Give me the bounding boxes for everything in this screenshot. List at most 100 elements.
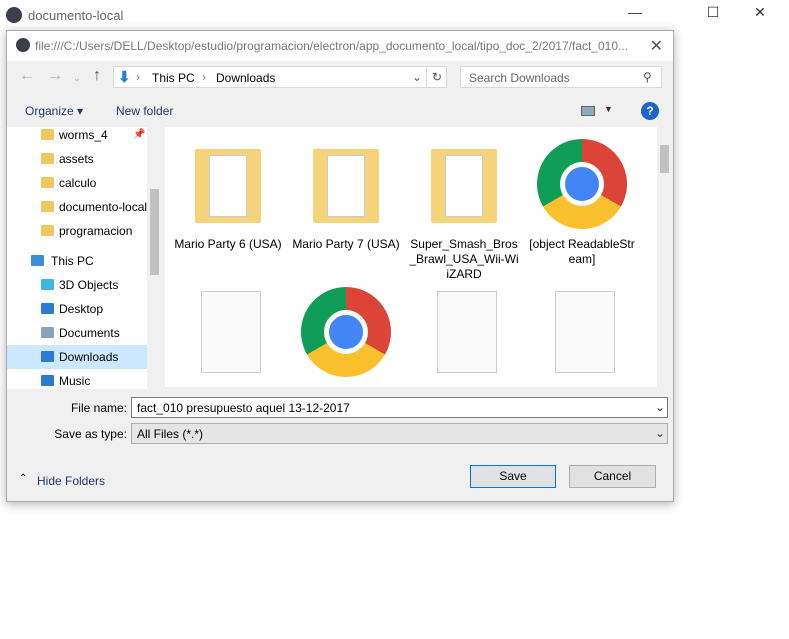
breadcrumb-downloads[interactable]: Downloads <box>216 71 275 85</box>
view-options-icon[interactable] <box>581 106 595 116</box>
maximize-button[interactable]: ☐ <box>698 4 728 24</box>
navigation-pane: worms_4 📌 assets calculo documento-local prog… <box>7 127 162 389</box>
sidebar-item[interactable]: documento-local <box>7 195 147 219</box>
folder-icon <box>41 153 54 164</box>
desktop-icon <box>41 303 54 314</box>
pin-icon[interactable]: 📌 <box>133 123 145 147</box>
forward-button[interactable]: → <box>47 67 63 85</box>
sidebar-item-label: calculo <box>59 176 97 190</box>
save-type-select[interactable]: All Files (*.*) <box>131 423 668 444</box>
sidebar-item[interactable]: Music <box>7 369 147 393</box>
sidebar-item[interactable]: Documents <box>7 321 147 345</box>
help-icon[interactable]: ? <box>641 102 659 120</box>
close-dialog-button[interactable]: ✕ <box>650 36 663 56</box>
folder-icon <box>313 149 379 223</box>
files-scroll-thumb[interactable] <box>660 145 669 173</box>
file-name: 1108454502 <box>291 385 401 387</box>
save-type-dropdown-icon[interactable]: ⌄ <box>655 426 665 440</box>
save-dialog: file:///C:/Users/DELL/Desktop/estudio/pr… <box>6 30 674 502</box>
recent-chevron-icon[interactable]: ⌄ <box>73 73 81 84</box>
sidebar-item-label: documento-local <box>59 200 147 214</box>
sidebar-scroll-thumb[interactable] <box>150 189 159 275</box>
sidebar-item-label: Music <box>59 374 91 388</box>
file-icon <box>437 291 497 373</box>
sidebar-item[interactable]: 3D Objects <box>7 273 147 297</box>
separator: › <box>136 70 140 84</box>
chevron-up-icon[interactable]: ⌃ <box>19 473 27 484</box>
sidebar-scrollbar[interactable] <box>147 127 162 389</box>
file-name: Mario Party 7 (USA) <box>292 237 400 251</box>
file-item[interactable]: Mario Party 6 (USA) <box>173 139 283 252</box>
file-item[interactable]: [object ReadableStream] <box>527 139 637 267</box>
file-item[interactable]: presupue15650522 <box>409 287 519 387</box>
file-name: 1b75ac0b_db90_4 <box>173 385 283 387</box>
refresh-icon[interactable]: ↻ <box>426 67 447 87</box>
download-icon <box>41 351 54 362</box>
address-dropdown-icon[interactable]: ⌄ <box>412 70 422 84</box>
new-folder-button[interactable]: New folder <box>116 104 173 118</box>
sidebar-item-label: 3D Objects <box>59 278 119 292</box>
sidebar-item[interactable]: Downloads <box>7 345 147 369</box>
close-app-button[interactable]: ✕ <box>745 4 775 24</box>
save-type-label: Save as type: <box>54 427 127 441</box>
chrome-icon <box>537 139 627 229</box>
file-item[interactable]: Super_Smash_Bros_Brawl_USA_Wii-WiiZARD <box>409 139 519 282</box>
cube-icon <box>41 279 54 290</box>
sidebar-item[interactable]: programacion <box>7 219 147 243</box>
folder-icon <box>431 149 497 223</box>
sidebar-item[interactable]: assets <box>7 147 147 171</box>
sidebar-item-label: assets <box>59 152 94 166</box>
file-item[interactable]: 1b75ac0b_db90_4 <box>173 287 283 387</box>
hide-folders-button[interactable]: Hide Folders <box>37 474 105 488</box>
music-icon <box>41 375 54 386</box>
file-icon <box>201 291 261 373</box>
file-icon <box>555 291 615 373</box>
sidebar-item-label: Documents <box>59 326 120 340</box>
file-name-dropdown-icon[interactable]: ⌄ <box>655 400 665 414</box>
save-button[interactable]: Save <box>470 465 556 488</box>
minimize-button[interactable]: — <box>620 4 650 24</box>
breadcrumb-this-pc[interactable]: This PC <box>152 71 195 85</box>
sidebar-item[interactable]: Desktop <box>7 297 147 321</box>
folder-icon <box>41 129 54 140</box>
dialog-title: file:///C:/Users/DELL/Desktop/estudio/pr… <box>35 39 629 53</box>
up-button[interactable]: ↑ <box>93 67 101 85</box>
back-button[interactable]: ← <box>19 67 35 85</box>
organize-button[interactable]: Organize ▾ <box>25 104 83 118</box>
sidebar-item[interactable]: This PC <box>7 249 147 273</box>
app-icon <box>6 7 22 23</box>
file-list: Mario Party 6 (USA) Mario Party 7 (USA) Su… <box>165 127 657 387</box>
sidebar-item-label: Downloads <box>59 350 119 364</box>
folder-icon <box>195 149 261 223</box>
folder-icon <box>41 225 54 236</box>
file-item[interactable]: 1108454502 <box>291 287 401 387</box>
download-icon: ⬇ <box>118 69 131 86</box>
folder-icon <box>41 177 54 188</box>
file-name-label: File name: <box>70 401 127 415</box>
sidebar-item[interactable]: worms_4 📌 <box>7 123 147 147</box>
sidebar-item[interactable]: calculo <box>7 171 147 195</box>
dialog-titlebar: file:///C:/Users/DELL/Desktop/estudio/pr… <box>7 31 673 61</box>
files-scrollbar[interactable] <box>657 127 672 387</box>
file-item[interactable]: presupue15650524 <box>527 287 637 387</box>
computer-icon <box>31 255 44 266</box>
sidebar-item-label: This PC <box>51 254 94 268</box>
documents-icon <box>41 327 54 338</box>
cancel-button[interactable]: Cancel <box>569 465 656 488</box>
sidebar-item-label: Desktop <box>59 302 104 316</box>
file-name-input[interactable]: fact_010 presupuesto aquel 13-12-2017 <box>131 397 668 418</box>
separator: › <box>202 70 206 84</box>
file-name: presupue15650524 <box>527 385 637 387</box>
chrome-icon <box>301 287 391 377</box>
search-icon: ⚲ <box>643 70 652 84</box>
file-item[interactable]: Mario Party 7 (USA) <box>291 139 401 252</box>
sidebar-item-label: worms_4 <box>59 128 108 142</box>
search-input[interactable]: Search Downloads <box>460 66 662 88</box>
sidebar-item-label: programacion <box>59 224 133 238</box>
electron-icon <box>16 38 30 52</box>
view-dropdown-icon[interactable]: ▼ <box>604 104 613 114</box>
folder-icon <box>41 201 54 212</box>
file-name: presupue15650522 <box>409 385 519 387</box>
address-bar[interactable]: ⬇ › This PC › Downloads ⌄ ↻ <box>113 66 447 88</box>
file-name: Super_Smash_Bros_Brawl_USA_Wii-WiiZARD <box>409 237 519 281</box>
